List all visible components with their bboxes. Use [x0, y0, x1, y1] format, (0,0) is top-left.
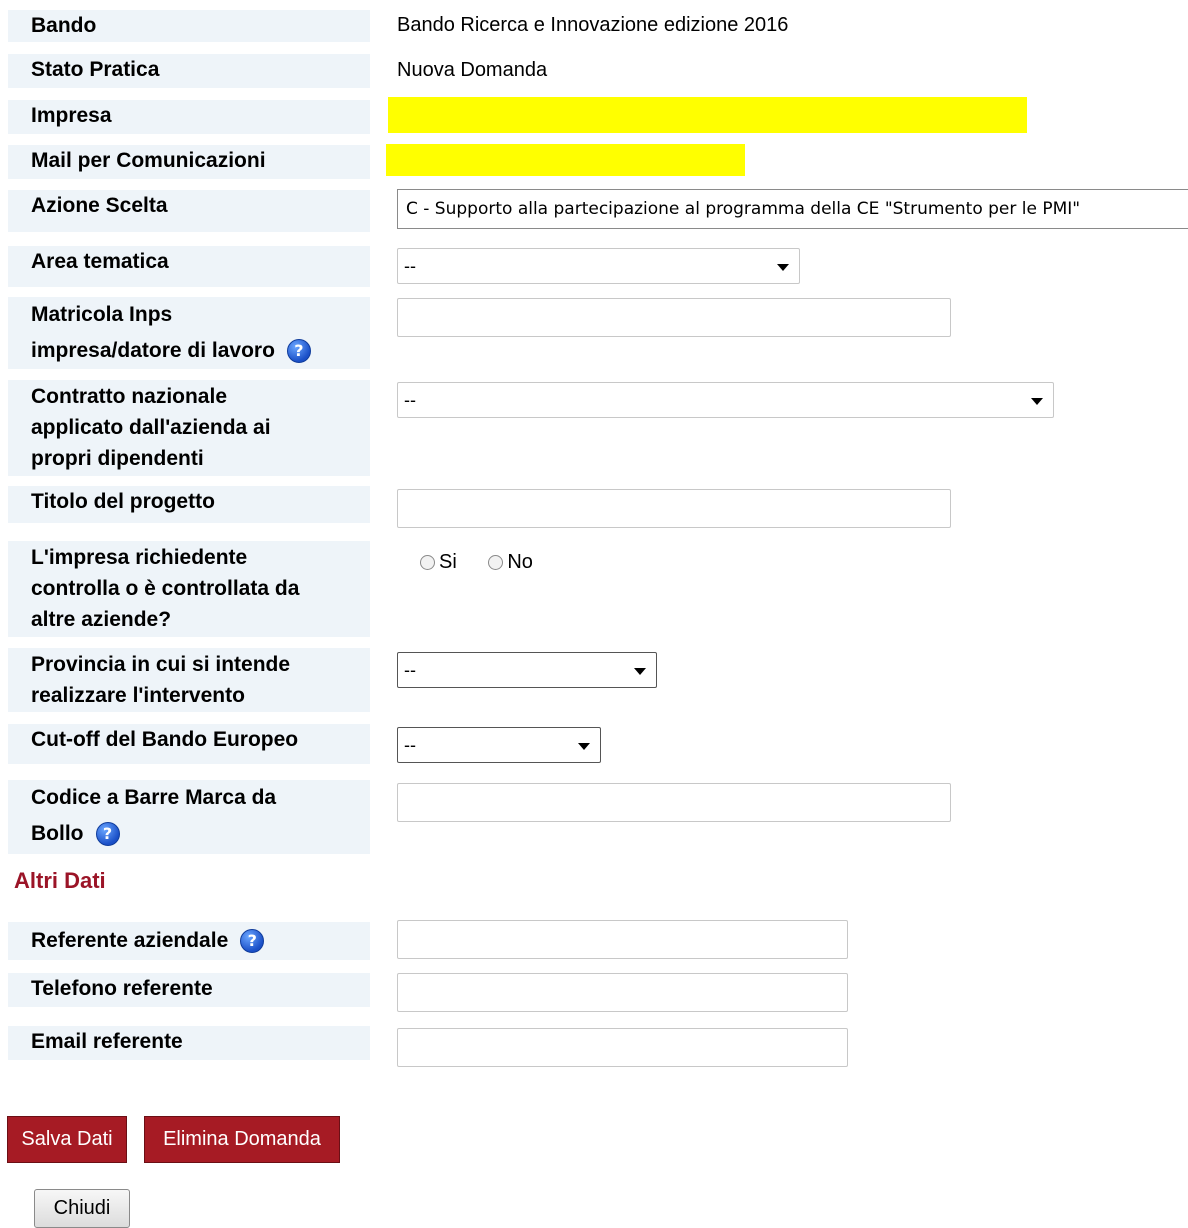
titolo-label: Titolo del progetto [8, 486, 370, 523]
help-icon[interactable]: ? [240, 929, 265, 954]
azione-field[interactable]: C - Supporto alla partecipazione al prog… [397, 189, 1188, 229]
impresa-label: Impresa [8, 100, 370, 134]
titolo-input[interactable] [397, 489, 951, 528]
radio-no-label: No [507, 551, 533, 573]
bando-value: Bando Ricerca e Innovazione edizione 201… [397, 14, 789, 36]
codice-label-line1: Codice a Barre Marca da [31, 786, 277, 809]
contratto-value: -- [404, 390, 416, 410]
bando-label: Bando [8, 10, 370, 42]
matricola-label: Matricola Inps impresa/datore di lavoro? [8, 297, 370, 369]
contratto-select[interactable]: -- [397, 382, 1054, 418]
controllo-label-line1: L'impresa richiedente [31, 546, 248, 569]
provincia-select[interactable]: -- [397, 652, 657, 688]
mail-label: Mail per Comunicazioni [8, 145, 370, 179]
cutoff-select[interactable]: -- [397, 727, 601, 763]
email-input[interactable] [397, 1028, 848, 1067]
chiudi-button[interactable]: Chiudi [34, 1189, 130, 1228]
referente-label: Referente aziendale? [8, 922, 370, 960]
codice-input[interactable] [397, 783, 951, 822]
email-label: Email referente [8, 1026, 370, 1060]
impresa-redacted-value [388, 97, 1027, 133]
provincia-label-line2: realizzare l'intervento [31, 684, 245, 707]
area-tematica-select[interactable]: -- [397, 248, 800, 284]
radio-si-label: Si [439, 551, 457, 573]
area-tematica-value: -- [404, 256, 416, 276]
help-icon[interactable]: ? [286, 339, 311, 364]
telefono-label: Telefono referente [8, 973, 370, 1007]
chevron-down-icon [1031, 398, 1043, 405]
telefono-input[interactable] [397, 973, 848, 1012]
mail-redacted-value [386, 144, 745, 176]
controllo-label-line2: controlla o è controllata da [31, 577, 300, 600]
salva-dati-button[interactable]: Salva Dati [7, 1116, 127, 1163]
chevron-down-icon [634, 668, 646, 675]
azione-label: Azione Scelta [8, 190, 370, 232]
matricola-input[interactable] [397, 298, 951, 337]
radio-si-button[interactable] [420, 555, 435, 571]
help-icon[interactable]: ? [95, 822, 120, 847]
controllo-label: L'impresa richiedente controlla o è cont… [8, 541, 370, 637]
contratto-label-line1: Contratto nazionale [31, 385, 228, 408]
contratto-label-line2: applicato dall'azienda ai [31, 416, 271, 439]
referente-input[interactable] [397, 920, 848, 959]
radio-si[interactable]: Si [420, 551, 457, 573]
codice-label-line2: Bollo [31, 822, 84, 845]
cutoff-value: -- [404, 735, 416, 755]
codice-label: Codice a Barre Marca da Bollo? [8, 780, 370, 854]
provincia-label-line1: Provincia in cui si intende [31, 653, 291, 676]
chevron-down-icon [578, 743, 590, 750]
radio-no[interactable]: No [488, 551, 533, 573]
referente-label-text: Referente aziendale [31, 929, 229, 952]
provincia-value: -- [404, 660, 416, 680]
altri-dati-heading: Altri Dati [14, 868, 106, 893]
cutoff-label: Cut-off del Bando Europeo [8, 724, 370, 764]
stato-pratica-value: Nuova Domanda [397, 59, 548, 81]
provincia-label: Provincia in cui si intende realizzare l… [8, 648, 370, 712]
matricola-label-line1: Matricola Inps [31, 303, 173, 326]
chevron-down-icon [777, 264, 789, 271]
elimina-domanda-button[interactable]: Elimina Domanda [144, 1116, 340, 1163]
contratto-label-line3: propri dipendenti [31, 447, 204, 470]
matricola-label-line2: impresa/datore di lavoro [31, 339, 275, 362]
radio-no-button[interactable] [488, 555, 504, 571]
controllo-radio-group: Si No [420, 548, 533, 576]
area-tematica-label: Area tematica [8, 246, 370, 287]
stato-pratica-label: Stato Pratica [8, 54, 370, 88]
contratto-label: Contratto nazionale applicato dall'azien… [8, 380, 370, 476]
controllo-label-line3: altre aziende? [31, 608, 172, 631]
